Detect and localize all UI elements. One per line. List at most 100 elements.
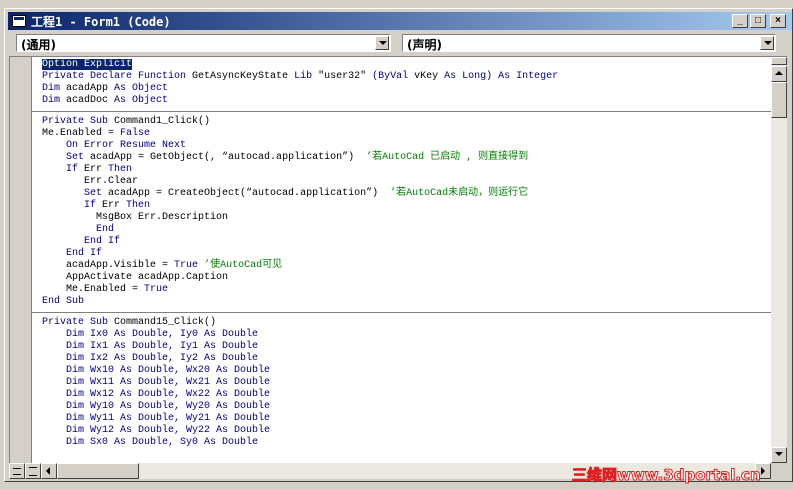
code-line[interactable]: Private Sub Command15_Click() (42, 317, 771, 329)
procedure-view-button[interactable] (9, 463, 25, 479)
maximize-button[interactable]: □ (750, 14, 766, 28)
keyword-token: Dim Ix1 As Double, Iy1 As Double (42, 341, 259, 352)
code-line[interactable]: Dim Wx10 As Double, Wx20 As Double (42, 365, 771, 377)
vertical-scroll-thumb[interactable] (771, 82, 787, 118)
full-module-view-button[interactable] (25, 463, 41, 479)
full-module-view-icon (29, 467, 37, 476)
keyword-token: As Integer (498, 71, 559, 82)
code-line[interactable]: Dim Wy11 As Double, Wy21 As Double (42, 413, 771, 425)
keyword-token: Dim (42, 83, 67, 94)
keyword-token: As Object (114, 83, 169, 94)
code-section[interactable]: Private Sub Command1_Click() Me.Enabled =… (32, 112, 771, 313)
code-line[interactable]: Set acadApp = GetObject(, “autocad.appli… (42, 152, 771, 164)
margin-indicator-bar[interactable] (10, 57, 32, 463)
code-line[interactable]: End Sub (42, 296, 771, 308)
code-token: Command15_Click() (114, 317, 217, 328)
code-line[interactable]: Dim Wy10 As Double, Wy20 As Double (42, 401, 771, 413)
keyword-token: False (120, 128, 151, 139)
code-line[interactable]: Dim acadDoc As Object (42, 95, 771, 107)
split-bar[interactable] (771, 57, 787, 65)
chevron-down-icon[interactable] (375, 36, 389, 50)
code-line[interactable]: End (42, 224, 771, 236)
scroll-up-button[interactable] (771, 66, 787, 82)
close-button[interactable]: × (770, 14, 786, 28)
keyword-token: Dim Wx11 As Double, Wx21 As Double (42, 377, 271, 388)
procedure-dropdown-value: (声明) (407, 38, 442, 52)
keyword-token: Dim Wy11 As Double, Wy21 As Double (42, 413, 271, 424)
code-line[interactable]: End If (42, 248, 771, 260)
code-line[interactable]: Dim Sx0 As Double, Sy0 As Double (42, 437, 771, 449)
code-line[interactable]: Err.Clear (42, 176, 771, 188)
procedure-view-icon (13, 468, 21, 475)
vertical-scrollbar[interactable] (771, 57, 787, 463)
code-lines[interactable]: Option Explicit Private Declare Function … (32, 57, 771, 453)
comment-token: ’若AutoCad未启动，则运行它 (390, 188, 529, 199)
code-token: acadDoc (66, 95, 115, 106)
procedure-dropdown[interactable]: (声明) (402, 34, 776, 52)
keyword-token: End Sub (42, 296, 85, 307)
keyword-token: If (66, 164, 85, 175)
keyword-token: Private Sub (42, 317, 115, 328)
keyword-token: End (96, 224, 115, 235)
code-line[interactable]: End If (42, 236, 771, 248)
object-dropdown-value: (通用) (21, 38, 56, 52)
scroll-left-button[interactable] (41, 463, 57, 479)
code-line[interactable]: Me.Enabled = False (42, 128, 771, 140)
code-token: Me.Enabled = (42, 128, 121, 139)
code-line[interactable]: Private Sub Command1_Click() (42, 116, 771, 128)
code-editor[interactable]: Option Explicit Private Declare Function … (9, 56, 787, 463)
code-line[interactable]: Dim Ix2 As Double, Iy2 As Double (42, 353, 771, 365)
code-line[interactable]: Dim Wx11 As Double, Wx21 As Double (42, 377, 771, 389)
keyword-token: True (144, 284, 169, 295)
keyword-token: Dim Wy10 As Double, Wy20 As Double (42, 401, 271, 412)
code-line[interactable]: Dim Ix0 As Double, Iy0 As Double (42, 329, 771, 341)
keyword-token: Dim Wy12 As Double, Wy22 As Double (42, 425, 271, 436)
code-line[interactable]: If Err Then (42, 164, 771, 176)
code-window-icon (12, 15, 26, 27)
window-title: 工程1 - Form1 (Code) (31, 14, 171, 29)
chevron-down-icon[interactable] (760, 36, 774, 50)
code-line[interactable]: Me.Enabled = True (42, 284, 771, 296)
comment-token: ’使AutoCad可见 (204, 260, 283, 271)
code-line[interactable]: AppActivate acadApp.Caption (42, 272, 771, 284)
selected-text: Option Explicit (42, 59, 133, 70)
code-token: vKey (414, 71, 445, 82)
scroll-down-button[interactable] (771, 447, 787, 463)
minimize-button[interactable]: _ (732, 14, 748, 28)
keyword-token: Lib (294, 71, 319, 82)
keyword-token: Then (108, 164, 133, 175)
code-token: acadApp.Visible = (42, 260, 175, 271)
code-section[interactable]: Option Explicit Private Declare Function … (32, 57, 771, 112)
object-dropdown[interactable]: (通用) (16, 34, 391, 52)
keyword-token: Then (126, 200, 151, 211)
code-line[interactable]: Dim Ix1 As Double, Iy1 As Double (42, 341, 771, 353)
code-line[interactable]: Option Explicit (42, 59, 771, 71)
keyword-token: (ByVal (372, 71, 415, 82)
code-token: Err (102, 200, 127, 211)
code-line[interactable]: Private Declare Function GetAsyncKeyStat… (42, 71, 771, 83)
code-line[interactable]: Set acadApp = CreateObject(“autocad.appl… (42, 188, 771, 200)
code-line[interactable]: acadApp.Visible = True ’使AutoCad可见 (42, 260, 771, 272)
code-line[interactable]: If Err Then (42, 200, 771, 212)
keyword-token: Dim Ix0 As Double, Iy0 As Double (42, 329, 259, 340)
code-token: AppActivate acadApp.Caption (42, 272, 229, 283)
code-token: Me.Enabled = (42, 284, 145, 295)
code-line[interactable]: On Error Resume Next (42, 140, 771, 152)
keyword-token: If (84, 200, 103, 211)
horizontal-scroll-thumb[interactable] (57, 463, 139, 479)
keyword-token: As Object (114, 95, 169, 106)
code-line[interactable]: Dim Wy12 As Double, Wy22 As Double (42, 425, 771, 437)
title-bar[interactable]: 工程1 - Form1 (Code) _ □ × (8, 12, 792, 30)
code-line[interactable]: Dim acadApp As Object (42, 83, 771, 95)
code-section[interactable]: Private Sub Command15_Click() Dim Ix0 As… (32, 313, 771, 453)
code-line[interactable]: Dim Wx12 As Double, Wx22 As Double (42, 389, 771, 401)
code-line[interactable]: MsgBox Err.Description (42, 212, 771, 224)
code-token: MsgBox Err.Description (42, 212, 229, 223)
